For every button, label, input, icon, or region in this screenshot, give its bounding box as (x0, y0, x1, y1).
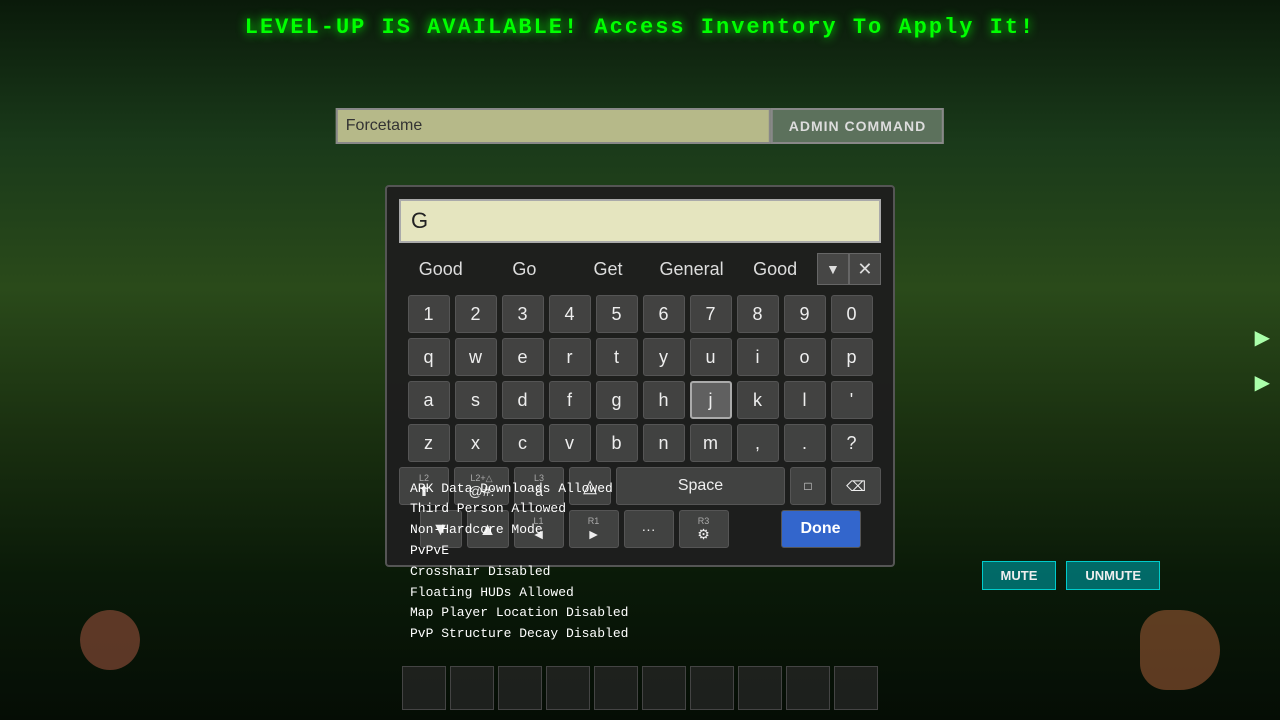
key-t[interactable]: t (596, 338, 638, 376)
key-q[interactable]: q (408, 338, 450, 376)
key-i[interactable]: i (737, 338, 779, 376)
server-info-line-7: PvP Structure Decay Disabled (410, 624, 628, 645)
key-question[interactable]: ? (831, 424, 873, 462)
qwerty-row: q w e r t y u i o p (399, 338, 881, 376)
key-backspace[interactable]: ⌫ (831, 467, 881, 505)
keyboard-text-input[interactable] (399, 199, 881, 243)
key-c[interactable]: c (502, 424, 544, 462)
suggestions-expand[interactable]: ▼ (817, 253, 849, 285)
suggestion-1[interactable]: Go (483, 255, 567, 284)
server-info-line-1: Third Person Allowed (410, 499, 628, 520)
inv-slot-9[interactable] (834, 666, 878, 710)
key-done[interactable]: Done (781, 510, 861, 548)
key-o[interactable]: o (784, 338, 826, 376)
inv-slot-1[interactable] (450, 666, 494, 710)
admin-command-input[interactable] (336, 108, 771, 144)
key-r[interactable]: r (549, 338, 591, 376)
key-5[interactable]: 5 (596, 295, 638, 333)
key-x[interactable]: x (455, 424, 497, 462)
inv-slot-2[interactable] (498, 666, 542, 710)
suggestion-2[interactable]: Get (566, 255, 650, 284)
key-space[interactable]: Space (616, 467, 785, 505)
key-w[interactable]: w (455, 338, 497, 376)
key-a[interactable]: a (408, 381, 450, 419)
key-0[interactable]: 0 (831, 295, 873, 333)
number-row: 1 2 3 4 5 6 7 8 9 0 (399, 295, 881, 333)
key-e[interactable]: e (502, 338, 544, 376)
level-up-banner: LEVEL-UP IS AVAILABLE! Access Inventory … (245, 15, 1036, 40)
nav-arrow-up-icon[interactable]: ▶ (1255, 325, 1270, 350)
key-1[interactable]: 1 (408, 295, 450, 333)
key-p[interactable]: p (831, 338, 873, 376)
key-y[interactable]: y (643, 338, 685, 376)
admin-command-button[interactable]: ADMIN COMMAND (771, 108, 944, 144)
key-m[interactable]: m (690, 424, 732, 462)
server-info-line-3: PvPvE (410, 541, 628, 562)
creature-decoration (80, 610, 140, 670)
inv-slot-3[interactable] (546, 666, 590, 710)
inv-slot-4[interactable] (594, 666, 638, 710)
key-d[interactable]: d (502, 381, 544, 419)
key-9[interactable]: 9 (784, 295, 826, 333)
key-3[interactable]: 3 (502, 295, 544, 333)
key-empty (734, 510, 776, 548)
key-f[interactable]: f (549, 381, 591, 419)
zxcv-row: z x c v b n m , . ? (399, 424, 881, 462)
inv-slot-5[interactable] (642, 666, 686, 710)
server-info: ARK Data Downloads Allowed Third Person … (410, 479, 628, 645)
key-l[interactable]: l (784, 381, 826, 419)
key-g[interactable]: g (596, 381, 638, 419)
nav-arrow-down-icon[interactable]: ▶ (1255, 370, 1270, 395)
key-2[interactable]: 2 (455, 295, 497, 333)
key-k[interactable]: k (737, 381, 779, 419)
mute-button[interactable]: MUTE (982, 561, 1057, 590)
suggestion-3[interactable]: General (650, 255, 734, 284)
mute-controls: MUTE UNMUTE (982, 561, 1160, 590)
key-6[interactable]: 6 (643, 295, 685, 333)
inv-slot-6[interactable] (690, 666, 734, 710)
inv-slot-8[interactable] (786, 666, 830, 710)
key-j[interactable]: j (690, 381, 732, 419)
key-h[interactable]: h (643, 381, 685, 419)
key-apostrophe[interactable]: ' (831, 381, 873, 419)
player-hands-decoration (1140, 610, 1220, 690)
suggestions-close[interactable]: ✕ (849, 253, 881, 285)
server-info-line-5: Floating HUDs Allowed (410, 583, 628, 604)
key-period[interactable]: . (784, 424, 826, 462)
unmute-button[interactable]: UNMUTE (1066, 561, 1160, 590)
key-z[interactable]: z (408, 424, 450, 462)
server-info-line-4: Crosshair Disabled (410, 562, 628, 583)
inv-slot-7[interactable] (738, 666, 782, 710)
inv-slot-0[interactable] (402, 666, 446, 710)
key-n[interactable]: n (643, 424, 685, 462)
suggestion-4[interactable]: Good (733, 255, 817, 284)
suggestion-0[interactable]: Good (399, 255, 483, 284)
server-info-line-2: Non-Hardcore Mode (410, 520, 628, 541)
nav-arrows-right: ▶ ▶ (1255, 325, 1270, 395)
key-square[interactable]: □ (790, 467, 826, 505)
key-ellipsis[interactable]: ··· (624, 510, 674, 548)
key-r3-settings[interactable]: R3 ⚙ (679, 510, 729, 548)
key-4[interactable]: 4 (549, 295, 591, 333)
key-v[interactable]: v (549, 424, 591, 462)
admin-bar: ADMIN COMMAND (336, 108, 944, 144)
key-7[interactable]: 7 (690, 295, 732, 333)
suggestions-row: Good Go Get General Good ▼ ✕ (399, 253, 881, 285)
key-b[interactable]: b (596, 424, 638, 462)
server-info-line-0: ARK Data Downloads Allowed (410, 479, 628, 500)
key-u[interactable]: u (690, 338, 732, 376)
server-info-line-6: Map Player Location Disabled (410, 603, 628, 624)
key-s[interactable]: s (455, 381, 497, 419)
inventory-bar (402, 666, 878, 710)
key-comma[interactable]: , (737, 424, 779, 462)
key-8[interactable]: 8 (737, 295, 779, 333)
asdf-row: a s d f g h j k l ' (399, 381, 881, 419)
